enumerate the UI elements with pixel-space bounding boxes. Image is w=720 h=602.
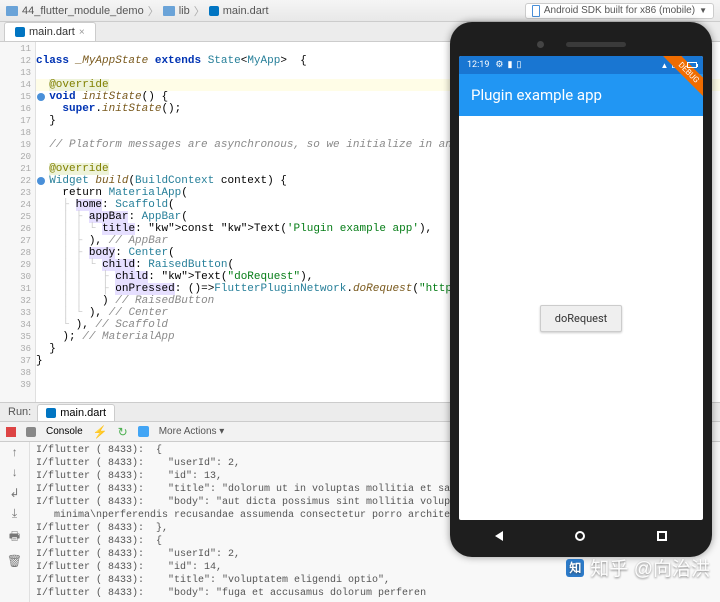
device-selector[interactable]: Android SDK built for x86 (mobile) ▼ [525,3,714,19]
stop-button[interactable] [6,427,16,437]
file-name: main.dart [223,5,269,17]
speaker-slit [566,42,626,47]
flutter-devtools-button[interactable] [138,426,149,437]
up-icon[interactable]: ↑ [11,446,18,460]
device-icon [532,5,540,17]
print-icon[interactable]: 🖶 [9,527,20,548]
overview-button[interactable] [657,531,667,541]
line-gutter: 1112131415161718192021222324252627282930… [0,42,36,402]
gear-icon: ⚙ [495,60,503,70]
clock: 12:19 [467,60,489,70]
zhihu-logo: 知 [566,559,584,577]
do-request-button[interactable]: doRequest [540,305,623,332]
hot-reload-button[interactable]: ⚡ [93,425,108,439]
console-icon[interactable] [26,427,36,437]
down-icon[interactable]: ↓ [11,466,18,480]
dart-file-icon [46,408,56,418]
console-label[interactable]: Console [46,426,83,437]
dart-file-icon [15,27,25,37]
scroll-icon[interactable]: ⤓ [12,507,17,521]
home-button[interactable] [575,531,585,541]
project-name: 44_flutter_module_demo [22,5,144,17]
app-body: doRequest [459,116,703,520]
app-bar: Plugin example app [459,74,703,116]
more-actions-dropdown[interactable]: More Actions ▾ [159,426,225,437]
breadcrumb[interactable]: 44_flutter_module_demo 〉 lib 〉 main.dart [6,3,269,19]
clear-icon[interactable]: 🗑 [7,554,22,569]
dart-file-icon [209,6,219,16]
volume-icon: ▯ [516,60,521,70]
battery-icon [687,62,697,68]
close-tab-icon[interactable]: × [79,27,85,38]
app-title: Plugin example app [471,86,602,104]
folder-name: lib [179,5,190,17]
wrap-icon[interactable]: ↲ [9,486,19,501]
emulator-frame: DEBUG 12:19 ⚙ ▮ ▯ ▲ LTE Plugin example a… [450,22,712,557]
project-icon [6,6,18,16]
run-tab[interactable]: main.dart [37,404,115,422]
watermark: 知 知乎 @向治洪 [566,554,710,581]
chevron-down-icon: ▼ [699,6,707,15]
emulator-screen[interactable]: DEBUG 12:19 ⚙ ▮ ▯ ▲ LTE Plugin example a… [459,56,703,520]
signal-icon: ▲ [661,61,669,70]
hot-restart-button[interactable]: ↻ [118,425,128,439]
ide-toolbar: 44_flutter_module_demo 〉 lib 〉 main.dart… [0,0,720,22]
folder-icon [163,6,175,16]
camera-dot [537,41,544,48]
editor-tab-main[interactable]: main.dart × [4,22,96,41]
storage-icon: ▮ [508,60,513,70]
android-nav-bar [459,520,703,552]
run-label: Run: [8,406,31,418]
back-button[interactable] [495,531,503,541]
console-side-toolbar: ↑ ↓ ↲ ⤓ 🖶 🗑 [0,442,30,602]
